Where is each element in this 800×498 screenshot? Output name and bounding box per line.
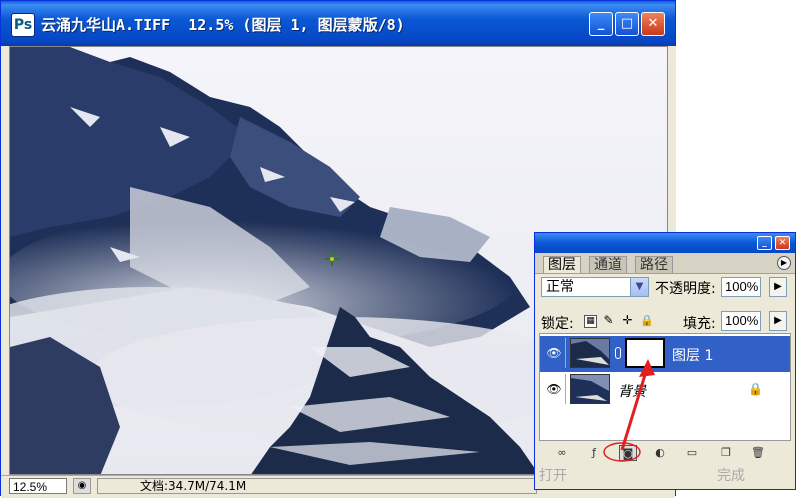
photoshop-document-icon: Ps [11, 13, 35, 37]
chevron-down-icon[interactable]: ▼ [630, 278, 648, 296]
annotation-arrow [603, 359, 655, 462]
link-layers-icon[interactable]: ∞ [553, 445, 571, 461]
status-info-icon[interactable]: ◉ [73, 478, 91, 494]
palette-title-bar[interactable]: _ ✕ [535, 233, 795, 253]
opacity-label: 不透明度: [655, 281, 716, 297]
lock-brush-icon[interactable]: ✎ [602, 314, 615, 328]
footer-left-text: 打开 [539, 468, 567, 484]
footer-right-text: 完成 [717, 468, 745, 484]
document-size-info[interactable]: 文档:34.7M/74.1M [97, 478, 537, 494]
opacity-field[interactable]: 100% [721, 277, 761, 297]
lock-label: 锁定: [541, 316, 574, 332]
tab-paths[interactable]: 路径 [635, 256, 673, 273]
lock-icon: 🔒 [748, 382, 763, 396]
fill-label: 填充: [683, 316, 716, 332]
blend-mode-select[interactable]: 正常 ▼ [541, 277, 649, 297]
close-button[interactable]: ✕ [641, 12, 665, 36]
lock-move-icon[interactable]: ✛ [621, 314, 634, 328]
palette-minimize-button[interactable]: _ [757, 236, 772, 250]
lock-all-icon[interactable]: 🔒 [640, 315, 654, 328]
opacity-arrow-icon[interactable]: ▶ [769, 277, 787, 297]
new-layer-icon[interactable]: ❐ [717, 445, 735, 461]
trash-icon[interactable]: 🗑 [749, 445, 767, 461]
tab-layers[interactable]: 图层 [543, 256, 581, 273]
maximize-button[interactable]: □ [615, 12, 639, 36]
tab-channels[interactable]: 通道 [589, 256, 627, 273]
folder-icon[interactable]: ▭ [683, 445, 701, 461]
blend-mode-value: 正常 [546, 279, 574, 295]
lock-transparency-icon[interactable]: ▦ [584, 315, 597, 328]
fill-field[interactable]: 100% [721, 311, 761, 331]
palette-tabs: 图层 通道 路径 ▶ [535, 253, 795, 274]
fill-arrow-icon[interactable]: ▶ [769, 311, 787, 331]
window-title: 云涌九华山A.TIFF 12.5% (图层 1, 图层蒙版/8) [41, 16, 405, 34]
palette-menu-icon[interactable]: ▶ [777, 256, 791, 270]
title-bar[interactable]: Ps 云涌九华山A.TIFF 12.5% (图层 1, 图层蒙版/8) _ □ … [1, 1, 675, 46]
minimize-button[interactable]: _ [589, 12, 613, 36]
zoom-field[interactable]: 12.5% [9, 478, 67, 494]
eye-icon[interactable]: 👁 [543, 374, 566, 404]
eye-icon[interactable]: 👁 [543, 338, 566, 368]
palette-close-button[interactable]: ✕ [775, 236, 790, 250]
layer-name: 图层 1 [672, 348, 714, 364]
crosshair-cursor-icon [325, 252, 339, 266]
